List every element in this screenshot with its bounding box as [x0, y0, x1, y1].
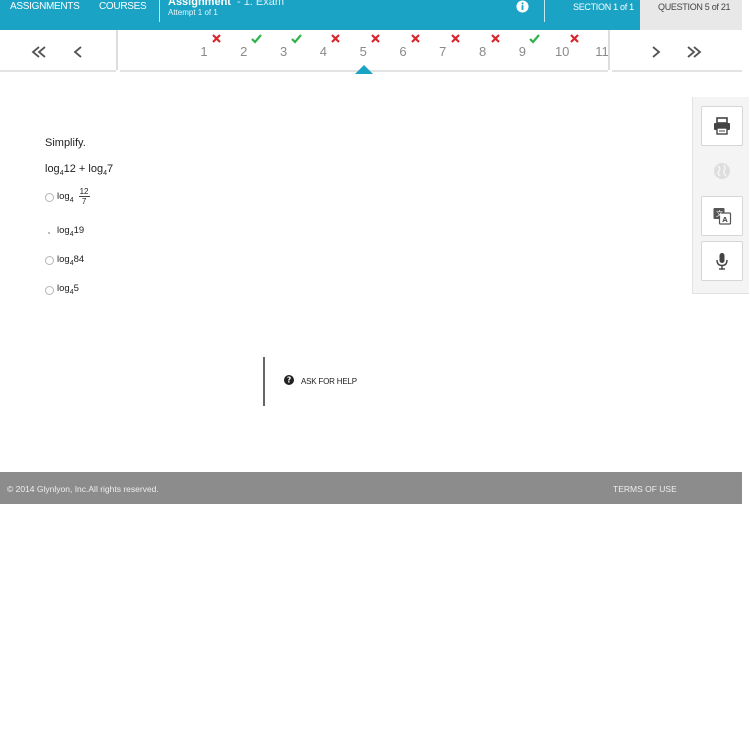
tool-panel: 文 A	[692, 97, 749, 294]
log-fn: log	[57, 254, 70, 265]
globe-icon	[714, 163, 730, 179]
nav-divider	[116, 30, 118, 70]
x-mark-icon	[212, 34, 221, 43]
svg-text:A: A	[722, 216, 728, 224]
assignments-link[interactable]: ASSIGNMENTS	[10, 0, 80, 14]
log-arg: 7	[107, 163, 114, 175]
top-bar: ASSIGNMENTS COURSES Assignment - 1. Exam …	[0, 0, 742, 30]
log-fn: log	[57, 283, 70, 294]
ask-for-help-label: ASK FOR HELP	[301, 377, 357, 386]
question-number-4[interactable]: 4	[311, 44, 335, 59]
question-number-11[interactable]: 11	[590, 44, 614, 59]
answer-choice-4[interactable]: log45	[45, 282, 105, 298]
microphone-icon	[716, 253, 728, 270]
checkmark-icon	[251, 34, 262, 44]
section-indicator: SECTION 1 of 1	[573, 2, 634, 12]
assignment-title-text: Assignment	[168, 0, 231, 8]
assignment-subtitle: - 1. Exam	[236, 0, 285, 8]
terms-of-use-link[interactable]: TERMS OF USE	[613, 484, 677, 494]
copyright-text: © 2014 Glynlyon, Inc.All rights reserved…	[7, 484, 159, 494]
radio-button[interactable]	[45, 286, 54, 295]
x-mark-icon	[570, 34, 579, 43]
log-arg: 5	[73, 283, 79, 294]
log-fn: log	[57, 191, 70, 203]
translate-button[interactable]: 文 A	[701, 196, 743, 236]
question-indicator-label: QUESTION 5 of 21	[658, 2, 731, 12]
answer-choice-3[interactable]: log484	[45, 253, 105, 269]
log-fn: log	[88, 163, 104, 175]
chevron-right-icon[interactable]	[636, 32, 676, 72]
log-fn: log	[57, 225, 70, 236]
radio-button[interactable]	[45, 256, 54, 265]
double-chevron-right-icon[interactable]	[675, 32, 715, 72]
choice-text: log4 12 7	[57, 187, 90, 206]
fraction: 12 7	[78, 187, 90, 206]
checkmark-icon	[290, 34, 302, 44]
question-number-7[interactable]: 7	[431, 44, 455, 59]
question-number-5[interactable]: 5	[351, 44, 375, 59]
choice-text: log45	[57, 283, 79, 296]
info-icon[interactable]	[516, 0, 529, 13]
x-mark-icon	[490, 34, 500, 43]
help-divider	[263, 357, 265, 406]
choice-text: log419	[57, 225, 84, 238]
microphone-button[interactable]	[701, 241, 743, 281]
log-arg: 19	[73, 225, 85, 236]
attempt-text: Attempt 1 of 1	[168, 8, 218, 17]
question-number-8[interactable]: 8	[471, 44, 495, 59]
answer-choice-1[interactable]: log4 12 7	[45, 186, 115, 212]
log-arg: 84	[73, 254, 85, 265]
question-number-3[interactable]: 3	[272, 44, 296, 59]
log-fn: log	[45, 163, 60, 175]
question-expression: log412 + log47	[45, 163, 113, 177]
question-number-9[interactable]: 9	[510, 44, 534, 59]
question-number-10[interactable]: 10	[550, 44, 574, 59]
x-mark-icon	[411, 34, 420, 43]
operator: +	[78, 163, 86, 175]
fraction-numerator: 12	[78, 187, 90, 197]
x-mark-icon	[331, 34, 341, 43]
print-button[interactable]	[701, 106, 743, 146]
assignment-title: Assignment - 1. Exam	[168, 0, 284, 8]
log-base: 4	[69, 197, 74, 205]
translate-icon: 文 A	[713, 208, 732, 225]
courses-link[interactable]: COURSES	[99, 0, 147, 14]
answer-choice-2[interactable]: log419	[45, 224, 105, 240]
question-circle-icon: ?	[284, 375, 294, 385]
svg-text:?: ?	[287, 376, 291, 385]
topbar-divider	[159, 0, 160, 22]
footer: © 2014 Glynlyon, Inc.All rights reserved…	[0, 472, 742, 504]
chevron-left-icon[interactable]	[58, 32, 98, 72]
print-icon	[714, 117, 730, 135]
question-prompt: Simplify.	[45, 137, 86, 149]
question-indicator: QUESTION 5 of 21	[640, 0, 742, 30]
x-mark-icon	[451, 34, 460, 43]
question-number-6[interactable]: 6	[391, 44, 415, 59]
radio-button[interactable]	[45, 193, 54, 202]
question-number-1[interactable]: 1	[192, 44, 216, 59]
question-number-2[interactable]: 2	[232, 44, 256, 59]
checkmark-icon	[529, 34, 541, 44]
log-arg: 12	[63, 163, 76, 175]
topbar-divider	[544, 0, 545, 22]
x-mark-icon	[371, 34, 380, 43]
current-question-caret-icon	[355, 65, 373, 74]
fraction-denominator: 7	[81, 197, 87, 206]
radio-button[interactable]	[48, 232, 50, 234]
globe-button	[701, 151, 743, 191]
double-chevron-left-icon[interactable]	[18, 32, 58, 72]
choice-text: log484	[57, 254, 84, 267]
